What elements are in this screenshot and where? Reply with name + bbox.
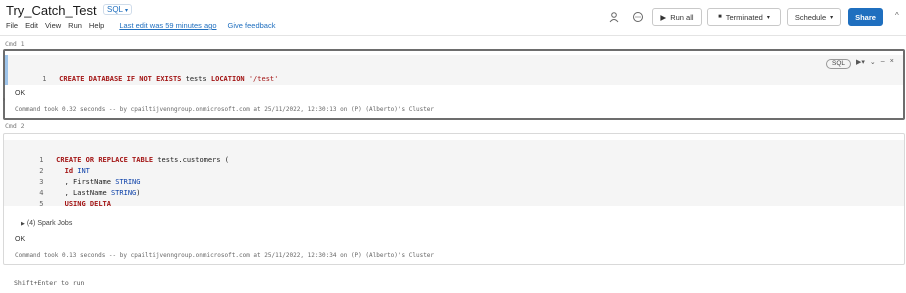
- code-line: 5 USING DELTA: [14, 192, 111, 216]
- menu-view[interactable]: View: [45, 21, 61, 30]
- code-editor[interactable]: 1 CREATE OR REPLACE TABLE tests.customer…: [4, 140, 904, 208]
- command-duration: Command took 0.32 seconds -- by cpailtij…: [15, 106, 435, 113]
- language-dropdown[interactable]: SQL ▾: [103, 4, 132, 15]
- spark-jobs-label: (4) Spark Jobs: [26, 220, 73, 227]
- code-token: ): [136, 189, 141, 197]
- chevron-up-icon[interactable]: ^: [895, 11, 899, 20]
- cluster-status-label: Terminated: [725, 12, 763, 22]
- notebook-cell[interactable]: 1 CREATE OR REPLACE TABLE tests.customer…: [3, 133, 905, 265]
- code-token: tests: [181, 75, 211, 83]
- command-duration: Command took 0.13 seconds -- by cpailtij…: [15, 252, 435, 259]
- schedule-button[interactable]: Schedule ▾: [787, 8, 841, 26]
- give-feedback-link[interactable]: Give feedback: [228, 21, 276, 30]
- run-all-button[interactable]: ▶ Run all: [652, 8, 702, 26]
- last-edit-link[interactable]: Last edit was 59 minutes ago: [119, 21, 216, 30]
- triangle-right-icon: ▶: [21, 221, 25, 227]
- chevron-down-icon[interactable]: ⌄: [870, 58, 876, 66]
- line-number: 1: [42, 75, 47, 83]
- code-line: 1 CREATE DATABASE IF NOT EXISTS tests LO…: [17, 67, 278, 91]
- cell-toolbar: ▶▾ ⌄ – ×: [856, 58, 894, 66]
- notebook-cell[interactable]: 1 CREATE DATABASE IF NOT EXISTS tests LO…: [3, 49, 905, 120]
- cell-language-pill[interactable]: SQL: [826, 59, 852, 69]
- code-token: STRING: [110, 189, 137, 197]
- code-token: CREATE DATABASE IF NOT EXISTS: [59, 75, 182, 83]
- chevron-right-icon[interactable]: ›: [3, 97, 5, 103]
- code-token: tests.customers (: [153, 156, 229, 164]
- language-label: SQL: [107, 5, 123, 14]
- chevron-down-icon: ▾: [830, 14, 834, 21]
- cluster-dropdown[interactable]: ■ Terminated ▾: [707, 8, 781, 26]
- code-editor[interactable]: 1 CREATE DATABASE IF NOT EXISTS tests LO…: [5, 55, 903, 85]
- chevron-down-icon: ▾: [124, 8, 128, 14]
- code-token: LOCATION: [210, 75, 245, 83]
- line-number: 5: [39, 200, 44, 208]
- cell-label: Cmd 1: [5, 40, 25, 48]
- cell-result: OK: [15, 90, 26, 97]
- notebook-title[interactable]: Try_Catch_Test: [6, 3, 97, 18]
- menu-edit[interactable]: Edit: [25, 21, 38, 30]
- code-token: USING DELTA: [56, 200, 111, 208]
- stop-square-icon: ■: [718, 14, 722, 20]
- menu-file[interactable]: File: [6, 21, 18, 30]
- notebook-header: Try_Catch_Test SQL ▾ File Edit View Run …: [0, 0, 906, 36]
- cell-result: OK: [15, 236, 26, 243]
- menu-bar: File Edit View Run Help Last edit was 59…: [6, 21, 275, 30]
- run-cell-icon[interactable]: ▶▾: [856, 58, 865, 66]
- cell-label: Cmd 2: [5, 122, 25, 130]
- person-icon[interactable]: [608, 11, 620, 23]
- share-label: Share: [855, 12, 876, 22]
- schedule-label: Schedule: [794, 12, 827, 22]
- share-button[interactable]: Share: [848, 8, 883, 26]
- comment-icon[interactable]: [632, 11, 644, 23]
- run-shortcut-hint: Shift+Enter to run: [14, 279, 85, 287]
- play-icon: ▶: [660, 12, 667, 22]
- menu-run[interactable]: Run: [68, 21, 82, 30]
- minimize-icon[interactable]: –: [881, 58, 885, 66]
- spark-jobs-toggle[interactable]: ▶ (4) Spark Jobs: [21, 220, 72, 227]
- chevron-down-icon: ▾: [766, 14, 770, 21]
- code-token: '/test': [248, 75, 279, 83]
- run-all-label: Run all: [670, 12, 694, 22]
- menu-help[interactable]: Help: [89, 21, 104, 30]
- close-icon[interactable]: ×: [890, 58, 894, 66]
